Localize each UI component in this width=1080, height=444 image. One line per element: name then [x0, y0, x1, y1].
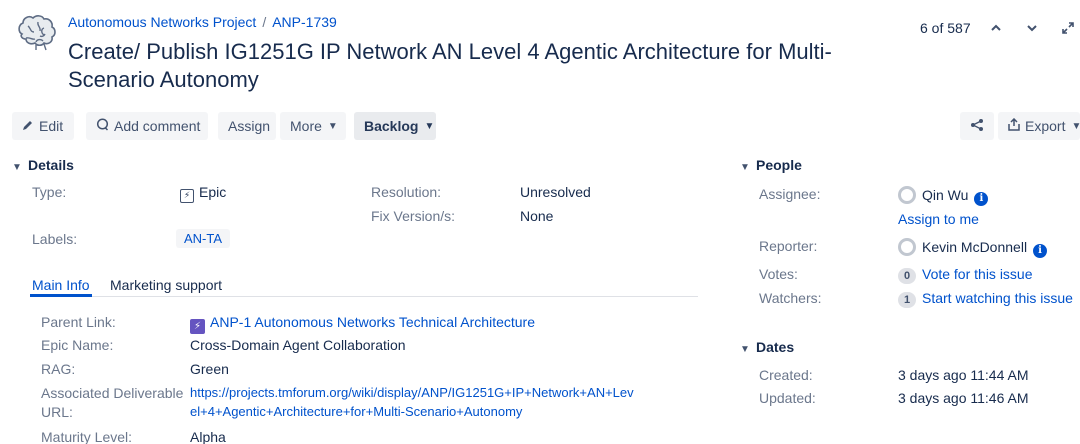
avatar [898, 186, 916, 204]
pencil-icon [22, 119, 34, 134]
votes-count-badge: 0 [898, 268, 916, 284]
resolution-label: Resolution: [371, 184, 442, 200]
project-logo-icon[interactable] [14, 12, 58, 56]
people-section-header[interactable]: ▼ People [740, 157, 802, 173]
maturity-level-value: Alpha [190, 429, 226, 444]
watchers-label: Watchers: [759, 290, 822, 306]
watch-link[interactable]: Start watching this issue [922, 290, 1073, 306]
breadcrumb: Autonomous Networks Project / ANP-1739 [68, 14, 337, 30]
export-icon [1008, 117, 1020, 134]
watchers-value: 1 Start watching this issue [898, 290, 1073, 308]
deliverable-url-line1[interactable]: https://projects.tmforum.org/wiki/displa… [190, 385, 634, 400]
maturity-level-label: Maturity Level: [41, 429, 133, 444]
export-label: Export [1025, 118, 1066, 134]
issue-pager: 6 of 587 [920, 20, 971, 36]
updated-value: 3 days ago 11:46 AM [898, 390, 1029, 406]
created-label: Created: [759, 367, 813, 383]
export-button[interactable]: Export ▼ [998, 112, 1080, 140]
type-value: ⚡ Epic [180, 184, 226, 203]
votes-value: 0 Vote for this issue [898, 266, 1033, 284]
edit-label: Edit [39, 118, 64, 134]
deliverable-label-line1: Associated Deliverable [41, 385, 184, 401]
reporter-value[interactable]: Kevin McDonnell i [898, 238, 1048, 258]
created-value: 3 days ago 11:44 AM [898, 367, 1029, 383]
details-section-header[interactable]: ▼ Details [12, 157, 74, 173]
assignee-value[interactable]: Qin Wu i [898, 186, 989, 206]
expand-icon[interactable] [1054, 14, 1080, 42]
parent-link-value[interactable]: ⚡ ANP-1 Autonomous Networks Technical Arc… [190, 314, 535, 334]
chevron-down-icon: ▼ [1071, 120, 1080, 132]
reporter-name[interactable]: Kevin McDonnell [922, 239, 1027, 255]
epic-icon: ⚡ [180, 189, 194, 203]
backlog-label: Backlog [364, 118, 419, 134]
collapse-chevron-icon: ▼ [740, 162, 750, 173]
fix-version-label: Fix Version/s: [371, 208, 456, 224]
watchers-count-badge: 1 [898, 292, 916, 308]
rag-value: Green [190, 361, 229, 377]
backlog-status-button[interactable]: Backlog ▼ [354, 112, 436, 140]
dates-heading: Dates [756, 339, 795, 355]
edit-button[interactable]: Edit [12, 112, 74, 140]
epic-name-value: Cross-Domain Agent Collaboration [190, 337, 406, 353]
tab-marketing-support[interactable]: Marketing support [110, 277, 222, 293]
collapse-chevron-icon: ▼ [740, 344, 750, 355]
avatar [898, 238, 916, 256]
assign-to-me-link[interactable]: Assign to me [898, 211, 979, 227]
updated-label: Updated: [759, 390, 816, 406]
share-button[interactable] [960, 112, 994, 140]
parent-link[interactable]: ANP-1 Autonomous Networks Technical Arch… [210, 314, 535, 330]
share-icon [970, 118, 984, 135]
info-icon[interactable]: i [1033, 244, 1048, 258]
details-heading: Details [28, 157, 74, 173]
type-value-text: Epic [199, 184, 227, 200]
resolution-value: Unresolved [520, 184, 591, 200]
info-icon[interactable]: i [974, 192, 989, 206]
reporter-label: Reporter: [759, 238, 818, 254]
label-tag[interactable]: AN-TA [176, 229, 231, 248]
deliverable-url-line2[interactable]: el+4+Agentic+Architecture+for+Multi-Scen… [190, 404, 522, 419]
tab-main-info[interactable]: Main Info [32, 277, 90, 293]
comment-icon [96, 118, 109, 134]
assignee-label: Assignee: [759, 186, 821, 202]
issue-title: Create/ Publish IG1251G IP Network AN Le… [68, 39, 832, 92]
labels-label: Labels: [32, 231, 78, 247]
assign-button[interactable]: Assign [218, 112, 276, 140]
more-label: More [290, 118, 322, 134]
more-button[interactable]: More ▼ [280, 112, 346, 140]
chevron-up-icon[interactable] [982, 14, 1010, 42]
votes-label: Votes: [759, 266, 798, 282]
add-comment-label: Add comment [114, 118, 201, 134]
dates-section-header[interactable]: ▼ Dates [740, 339, 794, 355]
people-heading: People [756, 157, 802, 173]
breadcrumb-separator: / [262, 14, 267, 30]
tabs-divider [30, 296, 698, 297]
deliverable-label-line2: URL: [41, 404, 73, 420]
assign-label: Assign [228, 118, 271, 134]
active-tab-indicator [30, 294, 92, 297]
chevron-down-icon[interactable] [1018, 14, 1046, 42]
collapse-chevron-icon: ▼ [12, 162, 22, 173]
chevron-down-icon: ▼ [327, 120, 338, 132]
breadcrumb-issue-key[interactable]: ANP-1739 [272, 14, 337, 30]
assignee-name[interactable]: Qin Wu [922, 187, 968, 203]
type-label: Type: [32, 184, 67, 200]
epic-icon: ⚡ [190, 319, 205, 334]
fix-version-value: None [520, 208, 554, 224]
epic-name-label: Epic Name: [41, 337, 114, 353]
chevron-down-icon: ▼ [424, 120, 435, 132]
vote-link[interactable]: Vote for this issue [922, 266, 1033, 282]
breadcrumb-project[interactable]: Autonomous Networks Project [68, 14, 256, 30]
parent-link-label: Parent Link: [41, 314, 116, 330]
rag-label: RAG: [41, 361, 76, 377]
add-comment-button[interactable]: Add comment [86, 112, 208, 140]
